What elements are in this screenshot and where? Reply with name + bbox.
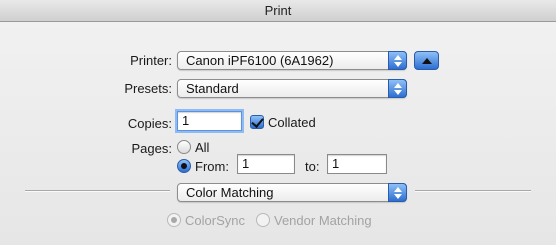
pages-from-field[interactable]: 1 [237,154,295,174]
printer-popup[interactable]: Canon iPF6100 (6A1962) [177,51,407,70]
pages-from-radio[interactable] [177,159,191,173]
window-title: Print [264,3,292,18]
popup-stepper-icon [388,183,407,202]
pages-to-label: to: [305,159,320,174]
printer-label: Printer: [130,53,172,68]
checkmark-icon [251,115,264,128]
panel-popup[interactable]: Color Matching [177,183,407,202]
window-title-bar[interactable]: Print [0,0,556,22]
pages-to-field[interactable]: 1 [327,154,387,174]
triangle-up-icon [422,58,432,64]
presets-popup[interactable]: Standard [177,79,407,98]
vendor-matching-label: Vendor Matching [274,213,372,228]
printer-popup-value: Canon iPF6100 (6A1962) [186,53,334,68]
print-dialog-body: Printer: Canon iPF6100 (6A1962) Presets:… [0,22,556,245]
colorsync-radio[interactable] [167,213,181,227]
pages-all-radio[interactable] [177,140,191,154]
collated-checkbox[interactable] [250,115,264,129]
divider-left [25,190,170,192]
divider-right [415,190,531,192]
presets-label: Presets: [124,81,172,96]
popup-stepper-icon [388,79,407,98]
colorsync-label: ColorSync [185,213,245,228]
pages-label: Pages: [131,141,172,156]
vendor-matching-radio[interactable] [256,213,270,227]
collated-label: Collated [268,115,316,130]
presets-popup-value: Standard [186,81,239,96]
panel-popup-value: Color Matching [186,185,274,200]
copies-field[interactable]: 1 [177,111,242,131]
pages-all-label: All [195,140,210,155]
popup-stepper-icon [388,51,407,70]
pages-from-label: From: [195,159,229,174]
disclosure-triangle-button[interactable] [414,51,439,70]
copies-label: Copies: [127,116,172,131]
